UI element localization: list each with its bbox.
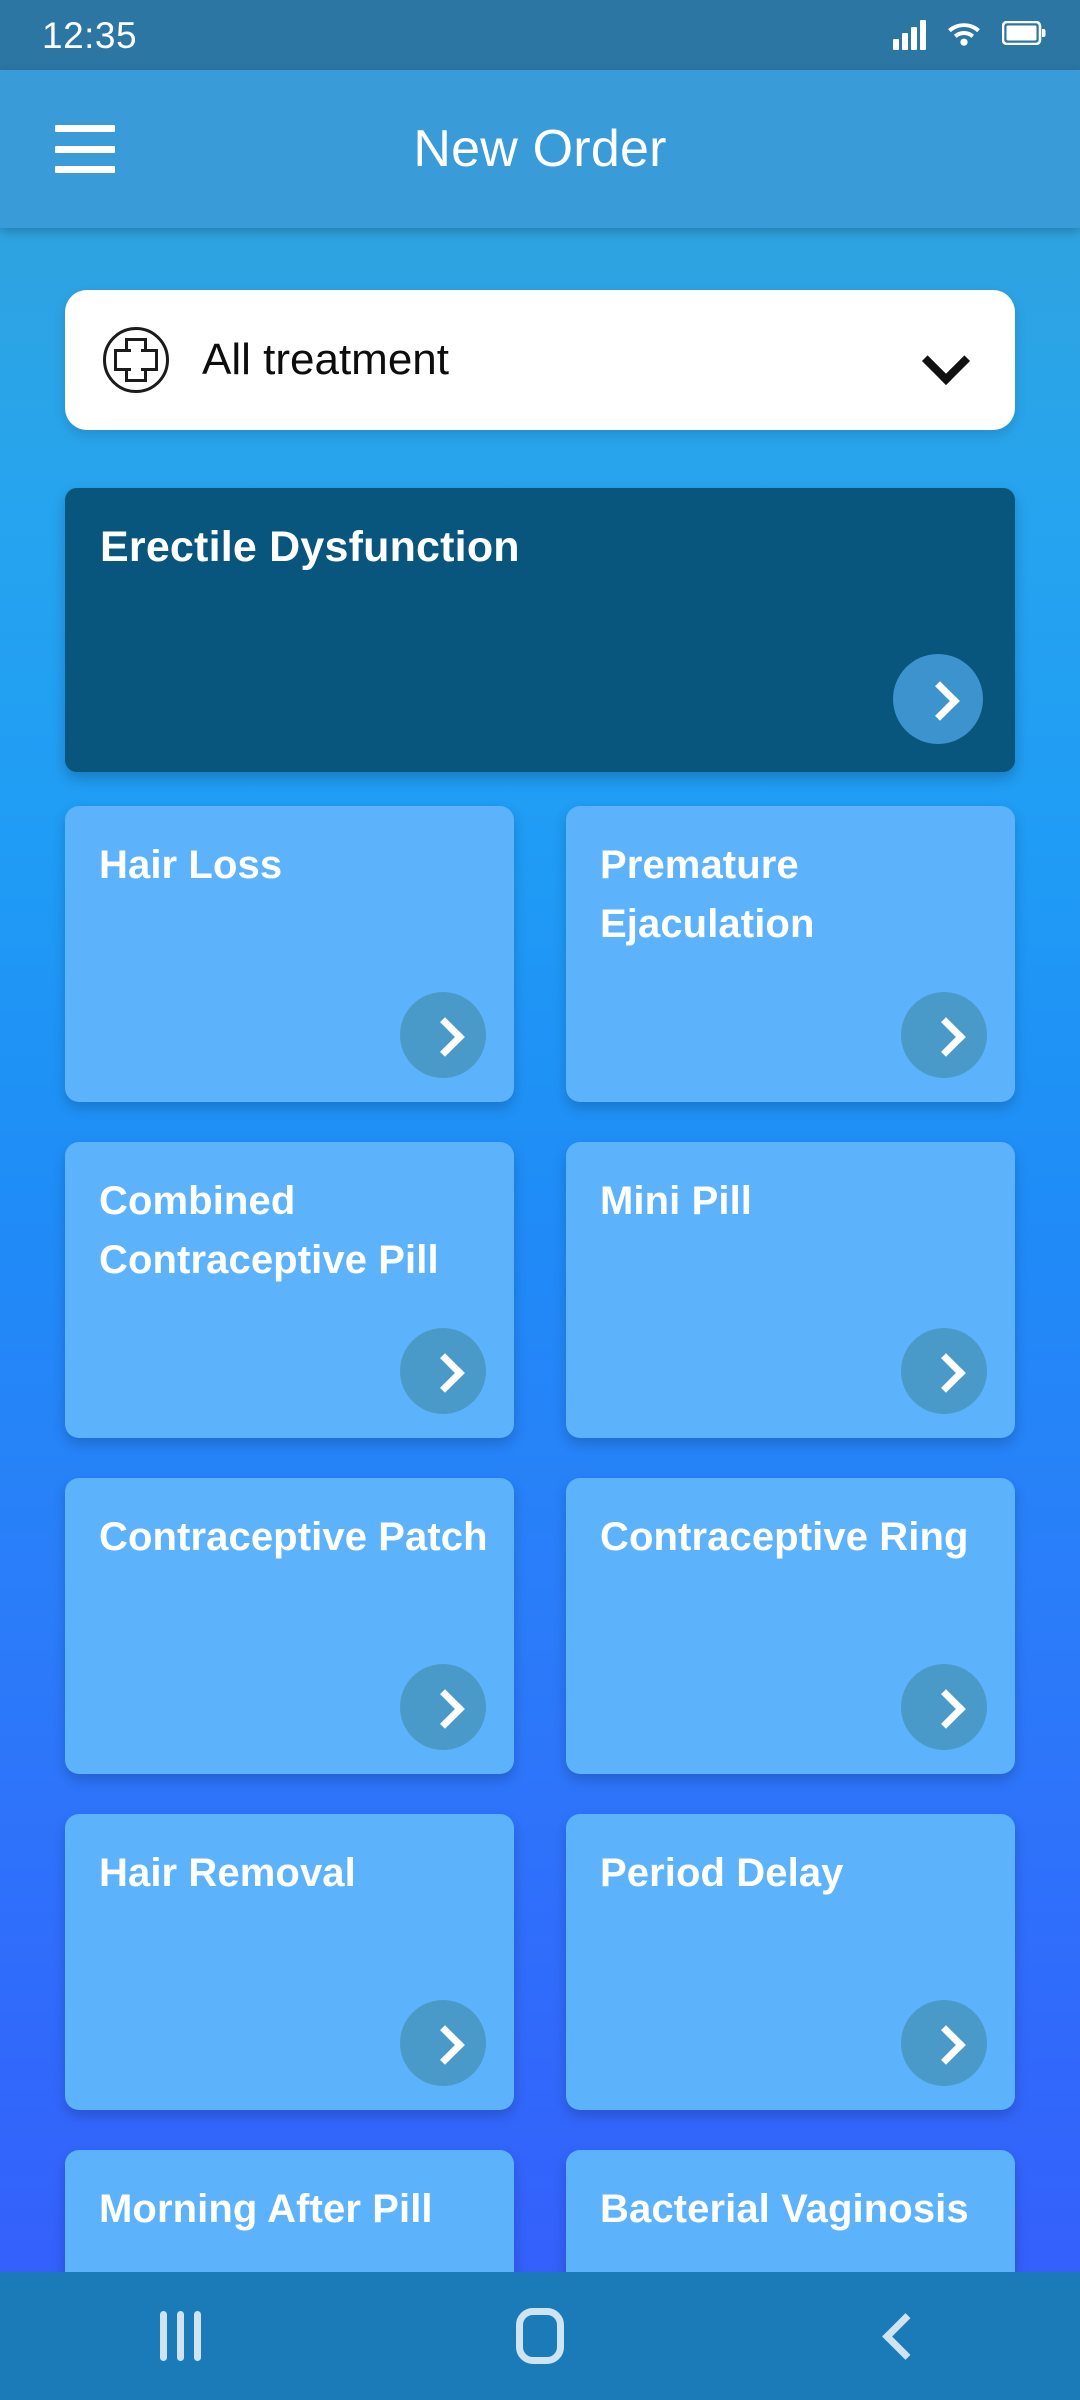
menu-bar-3 <box>55 166 115 173</box>
treatment-card-go-button[interactable] <box>400 1664 486 1750</box>
cross-mask-horizontal <box>123 355 149 365</box>
treatment-card-title: Morning After Pill <box>99 2187 433 2231</box>
featured-treatment-card[interactable]: Erectile Dysfunction <box>65 488 1015 772</box>
treatment-card-go-button[interactable] <box>901 2000 987 2086</box>
back-icon <box>883 2319 917 2353</box>
treatment-card-title: Hair Removal <box>99 1851 356 1895</box>
chevron-right-icon <box>430 1358 456 1384</box>
treatment-card[interactable]: Hair Removal <box>65 1814 514 2110</box>
phone-screen: 12:35 New Order All treatment Erectile D… <box>0 0 1080 2400</box>
featured-card-go-button[interactable] <box>893 654 983 744</box>
medical-cross-icon <box>103 327 169 393</box>
treatment-filter-dropdown[interactable]: All treatment <box>65 290 1015 430</box>
nav-home-button[interactable] <box>440 2272 640 2400</box>
nav-recents-button[interactable] <box>80 2272 280 2400</box>
treatment-card[interactable]: Morning After Pill <box>65 2150 514 2272</box>
treatment-card-title: Contraceptive Ring <box>600 1515 969 1559</box>
app-header: New Order <box>0 70 1080 228</box>
wifi-icon <box>947 20 981 51</box>
recents-icon <box>159 2311 201 2361</box>
hamburger-menu-icon[interactable] <box>55 125 115 173</box>
treatment-grid: Hair Loss Premature Ejaculation Combined C… <box>65 806 1015 2272</box>
treatment-card[interactable]: Combined Contraceptive Pill <box>65 1142 514 1438</box>
treatment-card[interactable]: Premature Ejaculation <box>566 806 1015 1102</box>
menu-bar-2 <box>55 145 115 153</box>
treatment-card-title: Mini Pill <box>600 1179 753 1223</box>
chevron-right-icon <box>931 1358 957 1384</box>
treatment-card[interactable]: Contraceptive Patch <box>65 1478 514 1774</box>
status-bar: 12:35 <box>0 0 1080 70</box>
treatment-card-go-button[interactable] <box>400 2000 486 2086</box>
treatment-card-title: Bacterial Vaginosis <box>600 2187 969 2231</box>
signal-icon <box>893 20 926 50</box>
treatment-card-title: Premature Ejaculation <box>600 843 815 947</box>
status-clock: 12:35 <box>42 14 138 56</box>
nav-back-button[interactable] <box>800 2272 1000 2400</box>
treatment-card-go-button[interactable] <box>400 992 486 1078</box>
treatment-card-go-button[interactable] <box>901 1328 987 1414</box>
chevron-right-icon <box>931 2030 957 2056</box>
treatment-card-title: Period Delay <box>600 1851 844 1895</box>
menu-bar-1 <box>55 125 115 132</box>
chevron-right-icon <box>925 686 951 712</box>
featured-card-title: Erectile Dysfunction <box>100 523 520 571</box>
treatment-card[interactable]: Bacterial Vaginosis <box>566 2150 1015 2272</box>
treatment-card-title: Hair Loss <box>99 843 283 887</box>
treatment-filter-value: All treatment <box>202 335 449 384</box>
treatment-card-go-button[interactable] <box>901 1664 987 1750</box>
chevron-right-icon <box>430 1694 456 1720</box>
content-area: All treatment Erectile Dysfunction Hair … <box>0 228 1080 2272</box>
treatment-card[interactable]: Contraceptive Ring <box>566 1478 1015 1774</box>
treatment-card-go-button[interactable] <box>400 1328 486 1414</box>
home-icon <box>516 2308 564 2364</box>
treatment-card-title: Combined Contraceptive Pill <box>99 1179 439 1283</box>
chevron-right-icon <box>931 1694 957 1720</box>
battery-icon <box>1001 20 1046 50</box>
chevron-down-icon[interactable] <box>927 342 963 378</box>
status-icons <box>893 20 1046 51</box>
page-title: New Order <box>413 120 667 178</box>
treatment-card[interactable]: Mini Pill <box>566 1142 1015 1438</box>
chevron-right-icon <box>931 1022 957 1048</box>
system-navigation-bar <box>0 2272 1080 2400</box>
treatment-card-go-button[interactable] <box>901 992 987 1078</box>
chevron-right-icon <box>430 1022 456 1048</box>
treatment-card-title: Contraceptive Patch <box>99 1515 488 1559</box>
chevron-right-icon <box>430 2030 456 2056</box>
treatment-card[interactable]: Period Delay <box>566 1814 1015 2110</box>
treatment-card[interactable]: Hair Loss <box>65 806 514 1102</box>
